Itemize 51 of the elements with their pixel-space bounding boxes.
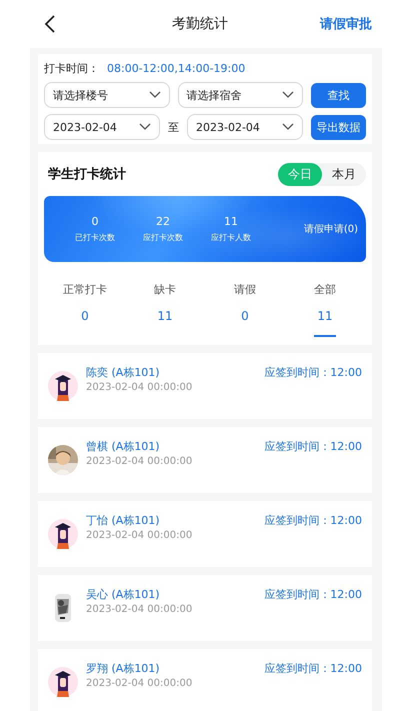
chevron-down-icon — [282, 91, 294, 99]
graduate-avatar-icon — [48, 667, 78, 697]
due-time: 应签到时间：12:00 — [264, 513, 362, 528]
section-title: 学生打卡统计 — [48, 166, 126, 183]
student-card[interactable]: 吴心 (A栋101) 2023-02-04 00:00:00 应签到时间：12:00 — [38, 575, 372, 641]
chevron-down-icon — [282, 123, 294, 131]
period-tab[interactable]: 本月 — [322, 162, 366, 186]
student-name: 罗翔 (A栋101) — [86, 661, 161, 676]
student-card[interactable]: 陈奕 (A栋101) 2023-02-04 00:00:00 应签到时间：12:00 — [38, 353, 372, 419]
status-tab[interactable]: 请假 0 — [210, 282, 280, 339]
back-icon[interactable] — [44, 14, 56, 34]
student-name: 丁怡 (A栋101) — [86, 513, 161, 528]
chevron-down-icon — [139, 123, 151, 131]
time-label: 打卡时间： — [44, 60, 99, 76]
leave-request-link[interactable]: 请假申请(0) — [304, 222, 358, 236]
time-value: 08:00-12:00,14:00-19:00 — [107, 62, 246, 74]
summary-value: 22 — [156, 215, 170, 228]
due-time: 应签到时间：12:00 — [264, 587, 362, 602]
dorm-select[interactable]: 请选择宿舍 — [178, 82, 303, 108]
student-card[interactable]: 丁怡 (A栋101) 2023-02-04 00:00:00 应签到时间：12:00 — [38, 501, 372, 567]
student-name: 吴心 (A栋101) — [86, 587, 161, 602]
record-time: 2023-02-04 00:00:00 — [86, 456, 194, 467]
record-time: 2023-02-04 00:00:00 — [86, 604, 194, 615]
due-time: 应签到时间：12:00 — [264, 661, 362, 676]
summary-value: 0 — [92, 215, 98, 228]
status-tab[interactable]: 正常打卡 0 — [50, 282, 120, 339]
status-tab[interactable]: 缺卡 11 — [130, 282, 200, 339]
student-card[interactable]: 罗翔 (A栋101) 2023-02-04 00:00:00 应签到时间：12:00 — [38, 649, 372, 711]
date-separator: 至 — [168, 120, 179, 134]
record-time: 2023-02-04 00:00:00 — [86, 530, 194, 541]
student-name: 曾棋 (A栋101) — [86, 439, 161, 454]
summary-value: 11 — [224, 215, 238, 228]
summary-label: 应打卡次数 — [143, 232, 183, 243]
chevron-down-icon — [148, 91, 160, 99]
graduate-avatar-icon — [48, 371, 78, 401]
record-time: 2023-02-04 00:00:00 — [86, 678, 194, 689]
leave-approval-link[interactable]: 请假审批 — [320, 15, 372, 33]
search-button[interactable]: 查找 — [311, 82, 366, 108]
start-date-select[interactable]: 2023-02-04 — [44, 114, 160, 140]
summary-label: 已打卡次数 — [75, 232, 115, 243]
export-button[interactable]: 导出数据 — [311, 114, 366, 140]
record-time: 2023-02-04 00:00:00 — [86, 382, 194, 393]
due-time: 应签到时间：12:00 — [264, 439, 362, 454]
page-title: 考勤统计 — [171, 15, 229, 33]
end-date-select[interactable]: 2023-02-04 — [187, 114, 303, 140]
due-time: 应签到时间：12:00 — [264, 365, 362, 380]
building-select[interactable]: 请选择楼号 — [44, 82, 170, 108]
student-card[interactable]: 曾棋 (A栋101) 2023-02-04 00:00:00 应签到时间：12:00 — [38, 427, 372, 493]
graduate-avatar-icon — [48, 519, 78, 549]
summary-label: 应打卡人数 — [211, 232, 251, 243]
student-name: 陈奕 (A栋101) — [86, 365, 161, 380]
